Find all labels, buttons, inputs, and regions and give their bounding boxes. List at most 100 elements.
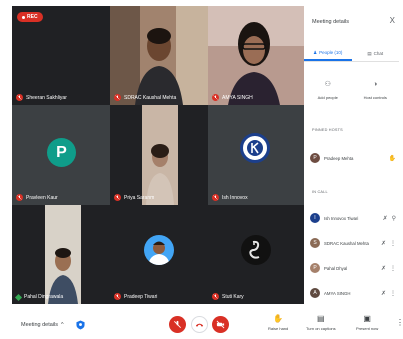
pin-icon[interactable]: ⚲ [392,215,396,222]
avatar: I [310,213,320,223]
leave-call-button[interactable] [191,316,208,333]
close-icon[interactable]: X [390,16,395,25]
participant-row[interactable]: S SDRAC Kaushal Mehta ✗ ⋮ [310,236,396,250]
present-icon: ▣ [363,314,371,323]
participant-name: Sheeran Sakhliyar [26,94,67,101]
tab-people-label: People (10) [319,50,343,55]
mic-off-icon[interactable]: ✗ [381,290,386,297]
participant-name-tag: AMYA SINGH [212,94,253,101]
more-options-icon[interactable]: ⋮ [390,265,396,272]
mic-off-icon[interactable]: ✗ [381,240,386,247]
hang-up-icon [195,323,204,327]
participant-name: SDRAC Kaushal Mehta [124,94,177,101]
camera-button[interactable] [212,316,229,333]
add-people-label: Add people [317,95,338,100]
more-vert-icon: ⋮ [396,318,403,327]
mic-off-icon [174,320,181,328]
present-label: Present now [356,326,379,331]
meeting-details-panel: Meeting details X ♟ People (10) ▤ Chat ⚇… [304,6,399,304]
meeting-details-label: Meeting details [21,322,58,328]
avatar: A [310,288,320,298]
participant-row-name: AMYA SINGH [324,290,351,296]
participant-name: Ish Innovox [222,194,248,201]
record-dot-icon [22,15,25,19]
tab-chat-label: Chat [373,51,384,56]
avatar: P [310,153,320,163]
participant-name: Priya Saranm [124,194,155,201]
camera-off-icon [216,320,225,329]
participant-tile[interactable]: AMYA SINGH [208,6,304,105]
mic-off-icon [212,293,219,300]
panel-actions: ⚇ Add people ◑ Host controls [304,80,399,100]
more-options-icon[interactable]: ⋮ [390,290,396,297]
participant-row[interactable]: P Pradeep Mehta ✋ [310,151,396,165]
mic-off-icon [212,194,219,201]
mic-off-icon [16,194,23,201]
participant-tile[interactable]: Pradeep Tiwari [110,205,208,304]
participant-tile[interactable]: Priya Saranm [110,105,208,205]
host-controls-icon: ◑ [373,81,378,88]
participant-name-tag: Sheeran Sakhliyar [16,94,67,101]
mic-off-icon[interactable]: ✗ [381,265,386,272]
participant-row-name: SDRAC Kaushal Mehta [324,240,369,246]
host-controls-button[interactable]: ◑ Host controls [352,80,400,100]
chevron-up-icon: ^ [61,322,64,328]
participant-logo [240,133,270,163]
more-options-icon[interactable]: ⋮ [390,240,396,247]
tab-people[interactable]: ♟ People (10) [304,46,352,61]
microphone-button[interactable] [169,316,186,333]
hand-icon: ✋ [273,314,284,323]
tab-chat[interactable]: ▤ Chat [352,46,400,61]
recording-badge: REC [17,12,43,22]
participant-row-name: Pradeep Mehta [324,155,354,161]
participant-avatar: P [47,138,76,167]
participant-name: Pravleen Kaur [26,194,58,201]
participant-avatar [241,235,271,265]
add-people-button[interactable]: ⚇ Add people [304,80,352,100]
present-button[interactable]: ▣ Present now [356,314,379,332]
participant-name-tag: Pahal Dingrawala [14,293,63,301]
participant-row-name: Ish Innovox Tiwari [324,215,359,221]
participant-tile[interactable]: Stuti Kary [208,205,304,304]
video-grid: REC Sheeran Sakhliyar SDRAC Kaushal Meht… [12,6,304,304]
add-person-icon: ⚇ [324,81,331,88]
raise-hand-label: Raise hand [268,326,289,331]
participant-row-name: Pahal Dhyal [324,265,348,271]
mic-off-icon [114,293,121,300]
raise-hand-button[interactable]: ✋ Raise hand [268,314,289,332]
participant-video [45,205,81,304]
panel-title: Meeting details [312,19,349,25]
participant-video [208,6,304,105]
participant-name-tag: Priya Saranm [114,194,154,201]
participant-tile[interactable]: P Pravleen Kaur [12,105,110,205]
shield-icon[interactable] [76,320,85,330]
participant-name-tag: Ish Innovox [212,194,248,201]
presenting-icon [14,293,23,301]
pinned-section-label: PINNED HOSTS [312,128,343,132]
raised-hand-icon: ✋ [388,155,396,162]
mic-off-icon [16,94,23,101]
bottom-toolbar: Meeting details ^ ✋ Raise hand ▤ Turn on… [0,304,403,339]
participant-name: Pradeep Tiwari [124,293,158,300]
panel-tabs: ♟ People (10) ▤ Chat [304,46,399,62]
participant-tile[interactable]: SDRAC Kaushal Mehta [110,6,208,105]
meeting-details-button[interactable]: Meeting details ^ [21,322,64,328]
in-call-section-label: IN CALL [312,190,328,194]
captions-button[interactable]: ▤ Turn on captions [306,315,336,332]
participant-name: Stuti Kary [222,293,244,300]
participant-row[interactable]: A AMYA SINGH ✗ ⋮ [310,286,396,300]
participant-name-tag: Pravleen Kaur [16,194,58,201]
participant-video [110,6,208,105]
participant-name-tag: Pradeep Tiwari [114,293,157,300]
mic-off-icon[interactable]: ✗ [383,215,388,222]
mic-off-icon [114,94,121,101]
participant-tile[interactable]: Pahal Dingrawala [12,205,110,304]
captions-label: Turn on captions [306,326,336,331]
more-options-button[interactable]: ⋮ [396,319,403,327]
recording-label: REC [27,14,38,20]
participant-tile[interactable]: Ish Innovox [208,105,304,205]
avatar: P [310,263,320,273]
host-controls-label: Host controls [363,95,387,100]
participant-row[interactable]: I Ish Innovox Tiwari ✗ ⚲ [310,211,396,225]
participant-row[interactable]: P Pahal Dhyal ✗ ⋮ [310,261,396,275]
